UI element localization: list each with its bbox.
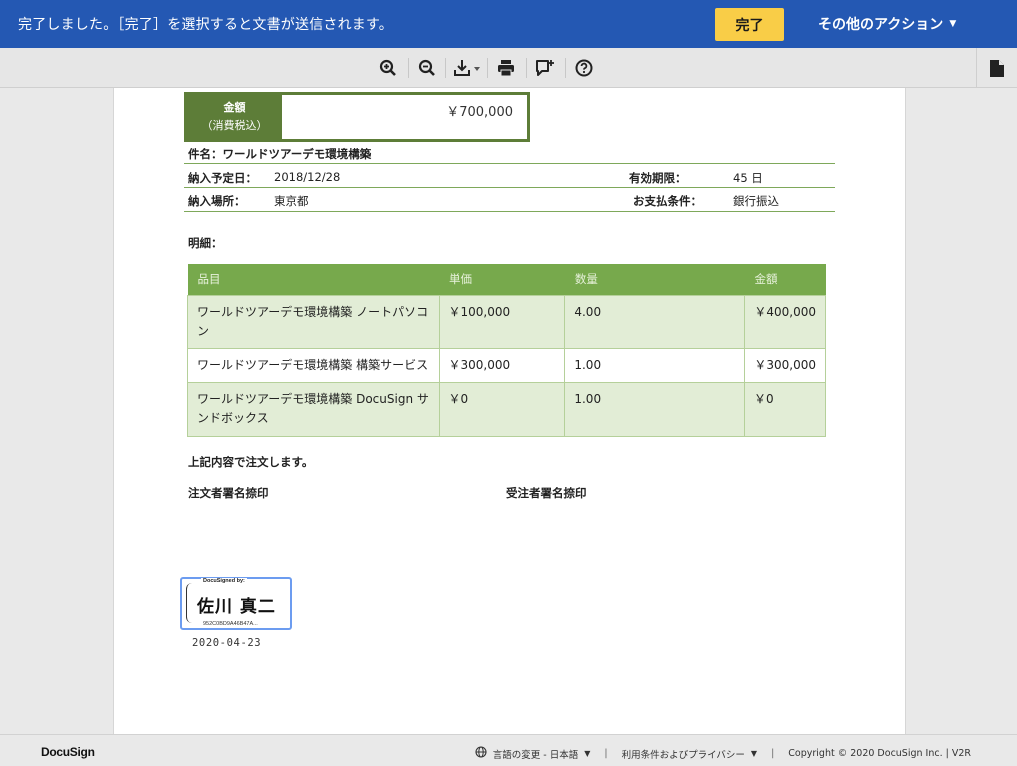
total-amount-box: 金額 （消費税込） ￥700,000: [184, 92, 530, 142]
amount-cell: ￥300,000: [743, 347, 827, 383]
signature-id: 952C0BD9A46B47A...: [201, 621, 260, 627]
validity-label: 有効期限：: [629, 171, 687, 185]
footer-separator: |: [604, 748, 608, 759]
details-title: 明細：: [188, 236, 223, 250]
column-header: 品目: [187, 264, 439, 295]
subject: 件名：ワールドツアーデモ環境構築: [188, 147, 372, 161]
table-row: ワールドツアーデモ環境構築 DocuSign サンドボックス ￥0 1.00 ￥…: [187, 381, 827, 437]
globe-icon: [475, 746, 487, 761]
download-icon[interactable]: [451, 56, 483, 80]
divider: [184, 163, 835, 164]
orderer-sign-label: 注文者署名捺印: [188, 486, 269, 500]
item-cell: ワールドツアーデモ環境構築 DocuSign サンドボックス: [187, 381, 440, 437]
payment-label: お支払条件：: [633, 194, 702, 208]
table-row: ワールドツアーデモ環境構築 構築サービス ￥300,000 1.00 ￥300,…: [187, 347, 827, 383]
column-header: 単価: [439, 264, 565, 295]
signature-header: DocuSigned by:: [201, 578, 247, 584]
unit-price-cell: ￥300,000: [438, 347, 566, 383]
toolbar-divider: [526, 58, 527, 78]
delivery-place-value: 東京都: [274, 194, 309, 208]
toolbar-divider: [487, 58, 488, 78]
amount-cell: ￥0: [743, 381, 827, 437]
column-header: 数量: [564, 264, 745, 295]
toolbar-divider: [565, 58, 566, 78]
footer-links: 言語の変更 - 日本語 ▼ | 利用条件およびプライバシー ▼ | Copyri…: [475, 746, 971, 761]
docusign-logo: DocuSign: [41, 745, 95, 759]
footer-separator: |: [771, 748, 775, 759]
unit-price-cell: ￥0: [438, 381, 566, 437]
help-icon[interactable]: [571, 56, 597, 80]
delivery-date-label: 納入予定日：: [188, 171, 257, 185]
finish-button[interactable]: 完了: [715, 8, 784, 41]
banner-message: 完了しました。［完了］を選択すると文書が送信されます。: [18, 17, 393, 33]
unit-price-cell: ￥100,000: [438, 294, 566, 349]
amount-sublabel: （消費税込）: [201, 119, 268, 132]
receiver-sign-label: 受注者署名捺印: [506, 486, 587, 500]
toolbar-divider: [408, 58, 409, 78]
line-items-table: 品目 単価 数量 金額 ワールドツアーデモ環境構築 ノートパソコン ￥100,0…: [187, 264, 827, 437]
amount-label: 金額 （消費税込）: [187, 95, 282, 139]
signature-frame: DocuSigned by: 佐川 真二 952C0BD9A46B47A...: [186, 578, 286, 627]
completion-banner: 完了しました。［完了］を選択すると文書が送信されます。 完了 その他のアクション…: [0, 0, 1017, 48]
more-actions-menu[interactable]: その他のアクション ▼: [818, 14, 956, 34]
table-row: ワールドツアーデモ環境構築 ノートパソコン ￥100,000 4.00 ￥400…: [187, 294, 827, 349]
amount-value: ￥700,000: [446, 105, 513, 120]
payment-value: 銀行振込: [733, 194, 779, 208]
document-page: 金額 （消費税込） ￥700,000 件名：ワールドツアーデモ環境構築 納入予定…: [113, 88, 906, 734]
order-note: 上記内容で注文します。: [188, 455, 314, 469]
print-icon[interactable]: [493, 56, 519, 80]
item-cell: ワールドツアーデモ環境構築 ノートパソコン: [187, 294, 440, 349]
item-cell: ワールドツアーデモ環境構築 構築サービス: [187, 347, 440, 383]
terms-link[interactable]: 利用条件およびプライバシー: [622, 747, 745, 761]
delivery-date-value: 2018/12/28: [274, 170, 341, 184]
document-toolbar: [0, 48, 1017, 88]
zoom-out-icon[interactable]: [414, 56, 440, 80]
zoom-in-icon[interactable]: [375, 56, 401, 80]
document-icon[interactable]: [976, 48, 1017, 88]
more-actions-label: その他のアクション: [818, 17, 944, 33]
column-header: 金額: [744, 264, 826, 295]
divider: [184, 187, 835, 188]
caret-down-icon: ▼: [949, 19, 957, 29]
delivery-place-label: 納入場所：: [188, 194, 246, 208]
divider: [184, 211, 835, 212]
language-selector[interactable]: 言語の変更 - 日本語: [493, 747, 578, 761]
toolbar-divider: [445, 58, 446, 78]
quantity-cell: 1.00: [564, 347, 745, 383]
add-comment-icon[interactable]: [532, 56, 558, 80]
copyright-text: Copyright © 2020 DocuSign Inc. | V2R: [788, 748, 971, 759]
validity-value: 45 日: [733, 171, 763, 185]
signature-stamp[interactable]: DocuSigned by: 佐川 真二 952C0BD9A46B47A...: [180, 577, 292, 630]
quantity-cell: 1.00: [564, 381, 745, 437]
amount-label-text: 金額: [223, 101, 246, 114]
amount-cell: ￥400,000: [743, 294, 827, 349]
signature-name: 佐川 真二: [197, 597, 276, 617]
caret-down-icon: ▼: [584, 749, 591, 758]
signature-date: 2020-04-23: [192, 637, 262, 649]
quantity-cell: 4.00: [564, 294, 745, 349]
footer: DocuSign 言語の変更 - 日本語 ▼ | 利用条件およびプライバシー ▼…: [0, 734, 1017, 766]
table-header-row: 品目 単価 数量 金額: [187, 264, 826, 295]
caret-down-icon: ▼: [750, 749, 758, 758]
